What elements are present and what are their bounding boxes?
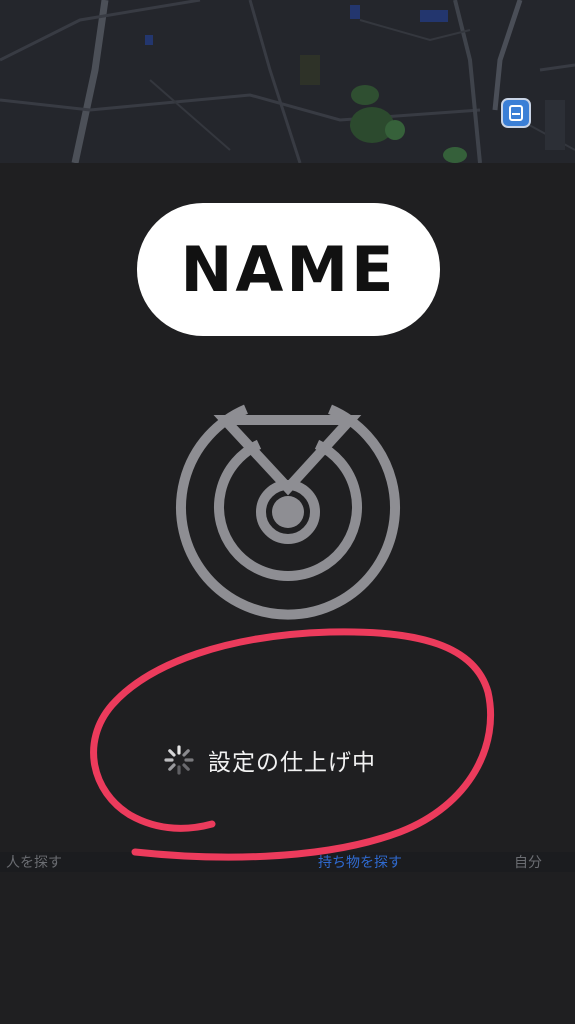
map-roads	[0, 0, 575, 163]
tab-me[interactable]: 自分	[514, 852, 542, 872]
tab-bar: 人を探す 持ち物を探す 自分	[0, 852, 575, 872]
map-view[interactable]	[0, 0, 575, 163]
tab-people[interactable]: 人を探す	[6, 852, 62, 872]
status-text: 設定の仕上げ中	[208, 750, 376, 776]
status-row: 設定の仕上げ中	[162, 738, 376, 782]
name-badge: NAME	[137, 203, 440, 336]
name-badge-label: NAME	[180, 233, 397, 306]
loading-spinner-icon	[164, 745, 194, 775]
train-station-icon[interactable]	[501, 98, 531, 128]
train-glyph	[509, 105, 523, 121]
radar-icon	[176, 404, 400, 620]
tab-items[interactable]: 持ち物を探す	[318, 852, 402, 872]
